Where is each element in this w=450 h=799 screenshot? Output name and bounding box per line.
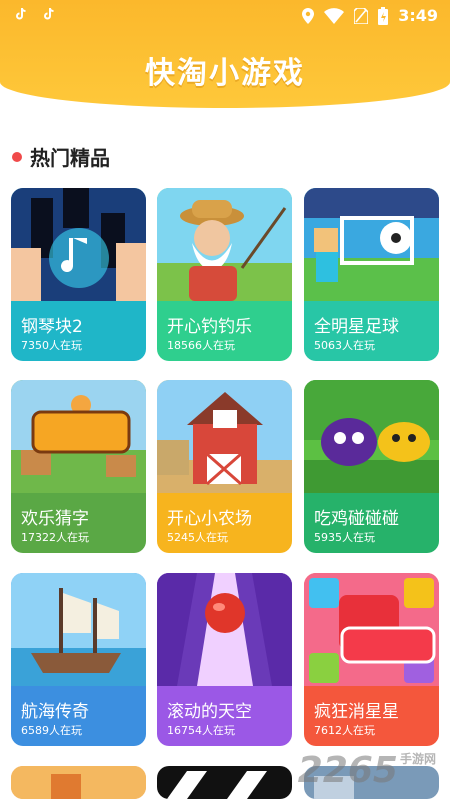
game-card-partial[interactable] — [157, 766, 292, 799]
game-name: 全明星足球 — [314, 317, 399, 337]
game-thumbnail — [157, 380, 292, 493]
section-header: 热门精品 — [12, 142, 110, 171]
player-count: 5063人在玩 — [314, 339, 375, 352]
game-card-word-guess[interactable]: 欢乐猜字 17322人在玩 — [11, 380, 146, 553]
game-thumbnail — [304, 573, 439, 686]
game-thumbnail — [157, 188, 292, 301]
game-thumbnail — [304, 380, 439, 493]
player-count: 5935人在玩 — [314, 531, 375, 544]
tiktok-icon — [44, 7, 54, 20]
game-name: 疯狂消星星 — [314, 702, 399, 722]
game-card-sailing[interactable]: 航海传奇 6589人在玩 — [11, 573, 146, 746]
game-card-piano-tiles[interactable]: 钢琴块2 7350人在玩 — [11, 188, 146, 361]
game-thumbnail — [304, 188, 439, 301]
status-bar: 3:49 — [0, 0, 450, 30]
game-thumbnail — [157, 573, 292, 686]
watermark-logo: 2265 手游网 — [297, 750, 436, 791]
game-thumbnail — [11, 766, 146, 799]
app-title: 快淘小游戏 — [145, 56, 305, 91]
game-thumbnail — [11, 380, 146, 493]
game-name: 吃鸡碰碰碰 — [314, 509, 399, 529]
location-icon — [302, 7, 315, 24]
status-time: 3:49 — [398, 6, 438, 25]
app-header: 3:49 快淘小游戏 — [0, 0, 450, 108]
game-name: 滚动的天空 — [167, 702, 252, 722]
player-count: 18566人在玩 — [167, 339, 235, 352]
player-count: 5245人在玩 — [167, 531, 228, 544]
player-count: 17322人在玩 — [21, 531, 89, 544]
game-card-partial[interactable] — [11, 766, 146, 799]
section-dot-icon — [12, 151, 22, 162]
game-card-chicken-bump[interactable]: 吃鸡碰碰碰 5935人在玩 — [304, 380, 439, 553]
game-name: 欢乐猜字 — [21, 509, 89, 529]
game-card-football[interactable]: 全明星足球 5063人在玩 — [304, 188, 439, 361]
game-name: 钢琴块2 — [21, 317, 83, 337]
wifi-icon — [324, 7, 345, 24]
game-thumbnail — [11, 573, 146, 686]
game-thumbnail — [157, 766, 292, 799]
player-count: 7612人在玩 — [314, 724, 375, 737]
game-name: 航海传奇 — [21, 702, 89, 722]
game-thumbnail — [11, 188, 146, 301]
player-count: 6589人在玩 — [21, 724, 82, 737]
sim-icon — [354, 7, 369, 24]
game-name: 开心小农场 — [167, 509, 252, 529]
game-card-fishing[interactable]: 开心钓钓乐 18566人在玩 — [157, 188, 292, 361]
game-card-rolling-sky[interactable]: 滚动的天空 16754人在玩 — [157, 573, 292, 746]
battery-icon — [378, 6, 389, 25]
game-name: 开心钓钓乐 — [167, 317, 252, 337]
player-count: 16754人在玩 — [167, 724, 235, 737]
game-card-pop-star[interactable]: 疯狂消星星 7612人在玩 — [304, 573, 439, 746]
game-card-farm[interactable]: 开心小农场 5245人在玩 — [157, 380, 292, 553]
player-count: 7350人在玩 — [21, 339, 82, 352]
section-title: 热门精品 — [30, 146, 110, 170]
tiktok-icon — [16, 7, 26, 20]
